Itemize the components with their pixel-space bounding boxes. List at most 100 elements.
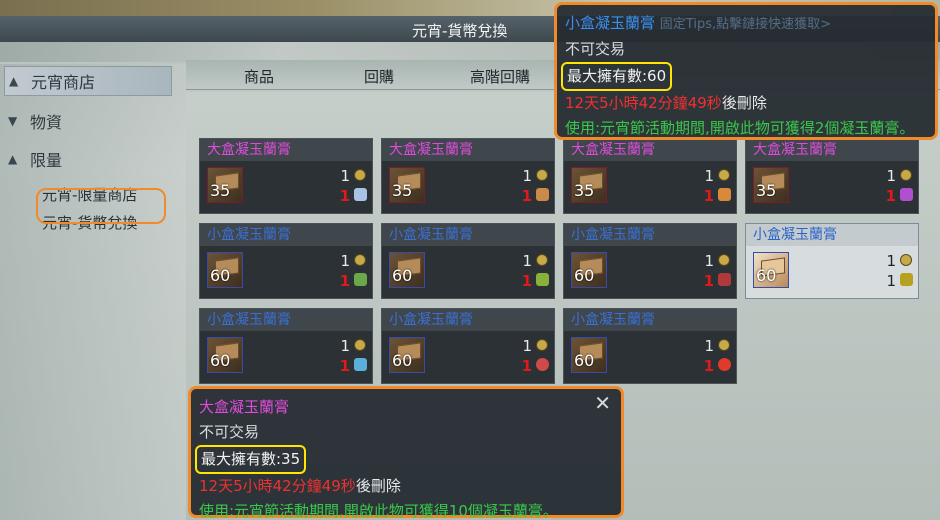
cost-material: 1 xyxy=(339,272,350,290)
coin-icon xyxy=(354,339,366,351)
item-name: 大盒凝玉蘭膏 xyxy=(746,139,918,161)
tooltip-expire-suffix: 後刪除 xyxy=(355,477,401,495)
item-quantity: 60 xyxy=(756,266,777,285)
material-icon xyxy=(354,188,367,201)
item-name: 小盒凝玉蘭膏 xyxy=(382,224,554,246)
tooltip-max-own: 最大擁有數:35 xyxy=(195,445,307,474)
cost-currency: 1 xyxy=(522,167,532,185)
coin-icon xyxy=(718,254,730,266)
cost-material: 1 xyxy=(703,357,714,375)
sidebar-item-limited[interactable]: ▲ 限量 xyxy=(4,144,172,174)
tooltip-max-own: 最大擁有數:60 xyxy=(561,62,673,91)
shop-item-card[interactable]: 大盒凝玉蘭膏 35 1 1 xyxy=(381,138,555,214)
cost-material: 1 xyxy=(521,357,532,375)
shop-item-card[interactable]: 大盒凝玉蘭膏 35 1 1 xyxy=(563,138,737,214)
item-name: 小盒凝玉蘭膏 xyxy=(564,309,736,331)
item-quantity: 35 xyxy=(210,181,231,200)
sidebar-item-label: 物資 xyxy=(30,113,63,132)
item-name: 小盒凝玉蘭膏 xyxy=(746,224,918,246)
material-icon xyxy=(718,188,731,201)
item-quantity: 60 xyxy=(210,351,231,370)
coin-icon xyxy=(354,169,366,181)
material-icon xyxy=(718,358,731,371)
item-name: 大盒凝玉蘭膏 xyxy=(382,139,554,161)
item-quantity: 35 xyxy=(574,181,595,200)
tooltip-item-name: 大盒凝玉蘭膏 xyxy=(199,398,290,416)
shop-item-card[interactable]: 小盒凝玉蘭膏 60 1 1 xyxy=(563,308,737,384)
sidebar-item-festival-shop[interactable]: ▲ 元宵商店 xyxy=(4,66,172,96)
tooltip-use-text: 使用:元宵節活動期間,開啟此物可獲得2個凝玉蘭膏。 xyxy=(565,119,915,137)
shop-item-card-selected[interactable]: 小盒凝玉蘭膏 60 1 1 xyxy=(745,223,919,299)
material-icon xyxy=(354,273,367,286)
tooltip-expire-line: 12天5小時42分鐘49秒後刪除 xyxy=(199,474,613,499)
item-tooltip-big: ✕ 大盒凝玉蘭膏 不可交易 最大擁有數:35 12天5小時42分鐘49秒後刪除 … xyxy=(188,386,624,520)
coin-icon xyxy=(900,254,912,266)
coin-icon xyxy=(354,254,366,266)
shop-item-card[interactable]: 小盒凝玉蘭膏 60 1 1 xyxy=(381,308,555,384)
tooltip-item-name: 小盒凝玉蘭膏 xyxy=(565,14,656,32)
collapse-arrow-icon: ▲ xyxy=(8,152,18,166)
tooltip-header: 小盒凝玉蘭膏 固定Tips,點擊鏈接快速獲取> xyxy=(565,11,927,37)
shop-item-card[interactable]: 大盒凝玉蘭膏 35 1 1 xyxy=(745,138,919,214)
item-quantity: 60 xyxy=(210,266,231,285)
highlight-circle xyxy=(36,188,166,224)
tab-buyback[interactable]: 回購 xyxy=(364,66,394,87)
tooltip-expire-time: 12天5小時42分鐘49秒 xyxy=(565,94,722,112)
cost-currency: 1 xyxy=(704,167,714,185)
tooltip-expire-time: 12天5小時42分鐘49秒 xyxy=(199,477,356,495)
cost-material: 1 xyxy=(339,187,350,205)
close-icon[interactable]: ✕ xyxy=(594,391,611,416)
cost-currency: 1 xyxy=(886,252,896,270)
tooltip-expire-suffix: 後刪除 xyxy=(721,94,767,112)
cost-currency: 1 xyxy=(340,337,350,355)
coin-icon xyxy=(536,254,548,266)
cost-currency: 1 xyxy=(340,252,350,270)
item-quantity: 60 xyxy=(392,351,413,370)
cost-currency: 1 xyxy=(886,167,896,185)
item-tooltip-small: 小盒凝玉蘭膏 固定Tips,點擊鏈接快速獲取> 不可交易 最大擁有數:60 12… xyxy=(554,2,938,140)
tooltip-use-text: 使用:元宵節活動期間,開啟此物可獲得10個凝玉蘭膏。 xyxy=(199,502,558,520)
material-icon xyxy=(536,188,549,201)
cost-material: 1 xyxy=(703,272,714,290)
item-name: 小盒凝玉蘭膏 xyxy=(564,224,736,246)
cost-currency: 1 xyxy=(340,167,350,185)
coin-icon xyxy=(900,169,912,181)
cost-material: 1 xyxy=(521,272,532,290)
sidebar: ▲ 元宵商店 ▼ 物資 ▲ 限量 元宵-限量商店 元宵-貨幣兌換 xyxy=(0,64,186,520)
item-name: 大盒凝玉蘭膏 xyxy=(200,139,372,161)
tab-advanced-buyback[interactable]: 高階回購 xyxy=(470,66,530,87)
material-icon xyxy=(718,273,731,286)
item-quantity: 35 xyxy=(392,181,413,200)
shop-item-card[interactable]: 小盒凝玉蘭膏 60 1 1 xyxy=(563,223,737,299)
item-quantity: 60 xyxy=(574,351,595,370)
item-name: 小盒凝玉蘭膏 xyxy=(200,309,372,331)
shop-item-card[interactable]: 小盒凝玉蘭膏 60 1 1 xyxy=(199,223,373,299)
material-icon xyxy=(354,358,367,371)
material-icon xyxy=(536,358,549,371)
shop-item-card[interactable]: 大盒凝玉蘭膏 35 1 1 xyxy=(199,138,373,214)
shop-item-card[interactable]: 小盒凝玉蘭膏 60 1 1 xyxy=(199,308,373,384)
expand-arrow-icon: ▼ xyxy=(8,114,18,128)
material-icon xyxy=(536,273,549,286)
item-quantity: 35 xyxy=(756,181,777,200)
shop-item-card[interactable]: 小盒凝玉蘭膏 60 1 1 xyxy=(381,223,555,299)
material-icon xyxy=(900,188,913,201)
cost-currency: 1 xyxy=(704,337,714,355)
cost-currency: 1 xyxy=(522,337,532,355)
material-icon xyxy=(900,273,913,286)
sidebar-item-supplies[interactable]: ▼ 物資 xyxy=(4,106,172,136)
tooltip-no-trade: 不可交易 xyxy=(199,423,260,441)
item-quantity: 60 xyxy=(574,266,595,285)
window-title: 元宵-貨幣兌換 xyxy=(412,22,508,40)
coin-icon xyxy=(536,169,548,181)
tooltip-expire-line: 12天5小時42分鐘49秒後刪除 xyxy=(565,91,927,116)
tab-goods[interactable]: 商品 xyxy=(244,66,274,87)
item-quantity: 60 xyxy=(392,266,413,285)
cost-material: 1 xyxy=(703,187,714,205)
tooltip-no-trade: 不可交易 xyxy=(565,40,626,58)
cost-material: 1 xyxy=(521,187,532,205)
tooltip-hint-link[interactable]: 固定Tips,點擊鏈接快速獲取> xyxy=(660,17,831,32)
cost-material: 1 xyxy=(885,187,896,205)
item-name: 小盒凝玉蘭膏 xyxy=(200,224,372,246)
collapse-arrow-icon: ▲ xyxy=(9,74,19,88)
